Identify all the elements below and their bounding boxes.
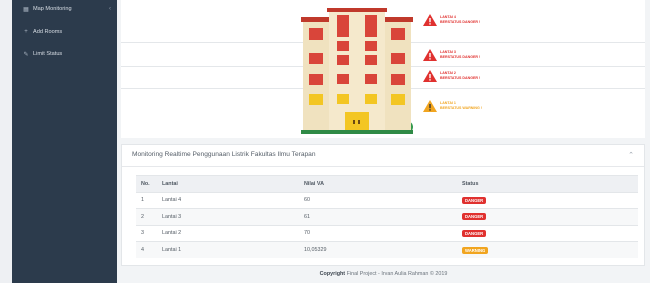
cell-nilai-va: 60 [299,191,457,209]
sidebar-item-label: Limit Status [33,51,63,57]
alert-text: LANTAI 3 BERSTATUS DANGER ! [440,50,481,59]
cell-nilai-va: 61 [299,208,457,225]
cell-no: 3 [136,224,157,242]
column-header-nilai-va: Nilai VA [299,175,457,192]
table-row: 1 Lantai 4 60 DANGER [136,191,638,209]
table-header-row: No. Lantai Nilai VA Status [136,175,638,192]
status-badge: DANGER [462,229,487,237]
cell-no: 2 [136,208,157,225]
alert-text: LANTAI 1 BERSTATUS WARNING ! [440,101,482,110]
cell-nilai-va: 70 [299,224,457,242]
main-content: LANTAI 4 BERSTATUS DANGER ! LANTAI 3 BER… [117,0,650,283]
sidebar: ▦ Map Monitoring ‹ + Add Rooms ✎ Limit S… [12,0,117,283]
footer: Copyright Final Project - Irvan Aulia Ra… [117,271,650,277]
monitoring-table: No. Lantai Nilai VA Status 1 Lantai 4 60… [136,175,638,258]
column-header-lantai: Lantai [157,175,299,192]
building-map-panel: LANTAI 4 BERSTATUS DANGER ! LANTAI 3 BER… [121,0,645,138]
cell-no: 1 [136,191,157,209]
cell-status: WARNING [457,241,638,258]
warning-triangle-icon [423,70,437,82]
sidebar-item-label: Map Monitoring [33,6,72,12]
collapse-chevron-icon[interactable]: ⌃ [628,151,634,159]
chevron-left-icon: ‹ [109,6,111,12]
warning-triangle-icon [423,100,437,112]
monitoring-panel: Monitoring Realtime Penggunaan Listrik F… [121,144,645,266]
alert-text: LANTAI 2 BERSTATUS DANGER ! [440,71,481,80]
warning-triangle-icon [423,49,437,61]
column-header-no: No. [136,175,157,192]
column-header-status: Status [457,175,638,192]
floor-alert-lantai-1: LANTAI 1 BERSTATUS WARNING ! [423,100,482,112]
panel-divider [122,166,644,167]
cell-no: 4 [136,241,157,258]
cell-lantai: Lantai 4 [157,191,299,209]
building-illustration [301,8,413,134]
cell-lantai: Lantai 3 [157,208,299,225]
sidebar-item-map-monitoring[interactable]: ▦ Map Monitoring ‹ [12,0,117,19]
table-row: 2 Lantai 3 61 DANGER [136,208,638,225]
floor-alert-lantai-4: LANTAI 4 BERSTATUS DANGER ! [423,14,480,26]
sidebar-item-label: Add Rooms [33,29,63,35]
status-badge: WARNING [462,246,489,254]
warning-triangle-icon [423,14,437,26]
cell-status: DANGER [457,191,638,209]
cell-lantai: Lantai 1 [157,241,299,258]
sidebar-item-limit-status[interactable]: ✎ Limit Status [12,44,117,64]
alert-text: LANTAI 4 BERSTATUS DANGER ! [440,15,481,24]
table-row: 3 Lantai 2 70 DANGER [136,224,638,242]
status-badge: DANGER [462,213,487,221]
app-frame: ▦ Map Monitoring ‹ + Add Rooms ✎ Limit S… [0,0,650,283]
status-badge: DANGER [462,196,487,204]
footer-copyright-label: Copyright [319,271,346,277]
edit-icon: ✎ [23,51,29,58]
cell-nilai-va: 10,05329 [299,241,457,258]
cell-lantai: Lantai 2 [157,224,299,242]
map-icon: ▦ [23,6,29,13]
cell-status: DANGER [457,224,638,242]
plus-icon: + [24,29,28,35]
sidebar-item-add-rooms[interactable]: + Add Rooms [12,22,117,42]
table-row: 4 Lantai 1 10,05329 WARNING [136,241,638,258]
floor-alert-lantai-2: LANTAI 2 BERSTATUS DANGER ! [423,70,480,82]
cell-status: DANGER [457,208,638,225]
footer-text: Final Project - Irvan Aulia Rahman © 201… [346,271,448,277]
panel-title: Monitoring Realtime Penggunaan Listrik F… [132,151,316,158]
floor-alert-lantai-3: LANTAI 3 BERSTATUS DANGER ! [423,49,480,61]
